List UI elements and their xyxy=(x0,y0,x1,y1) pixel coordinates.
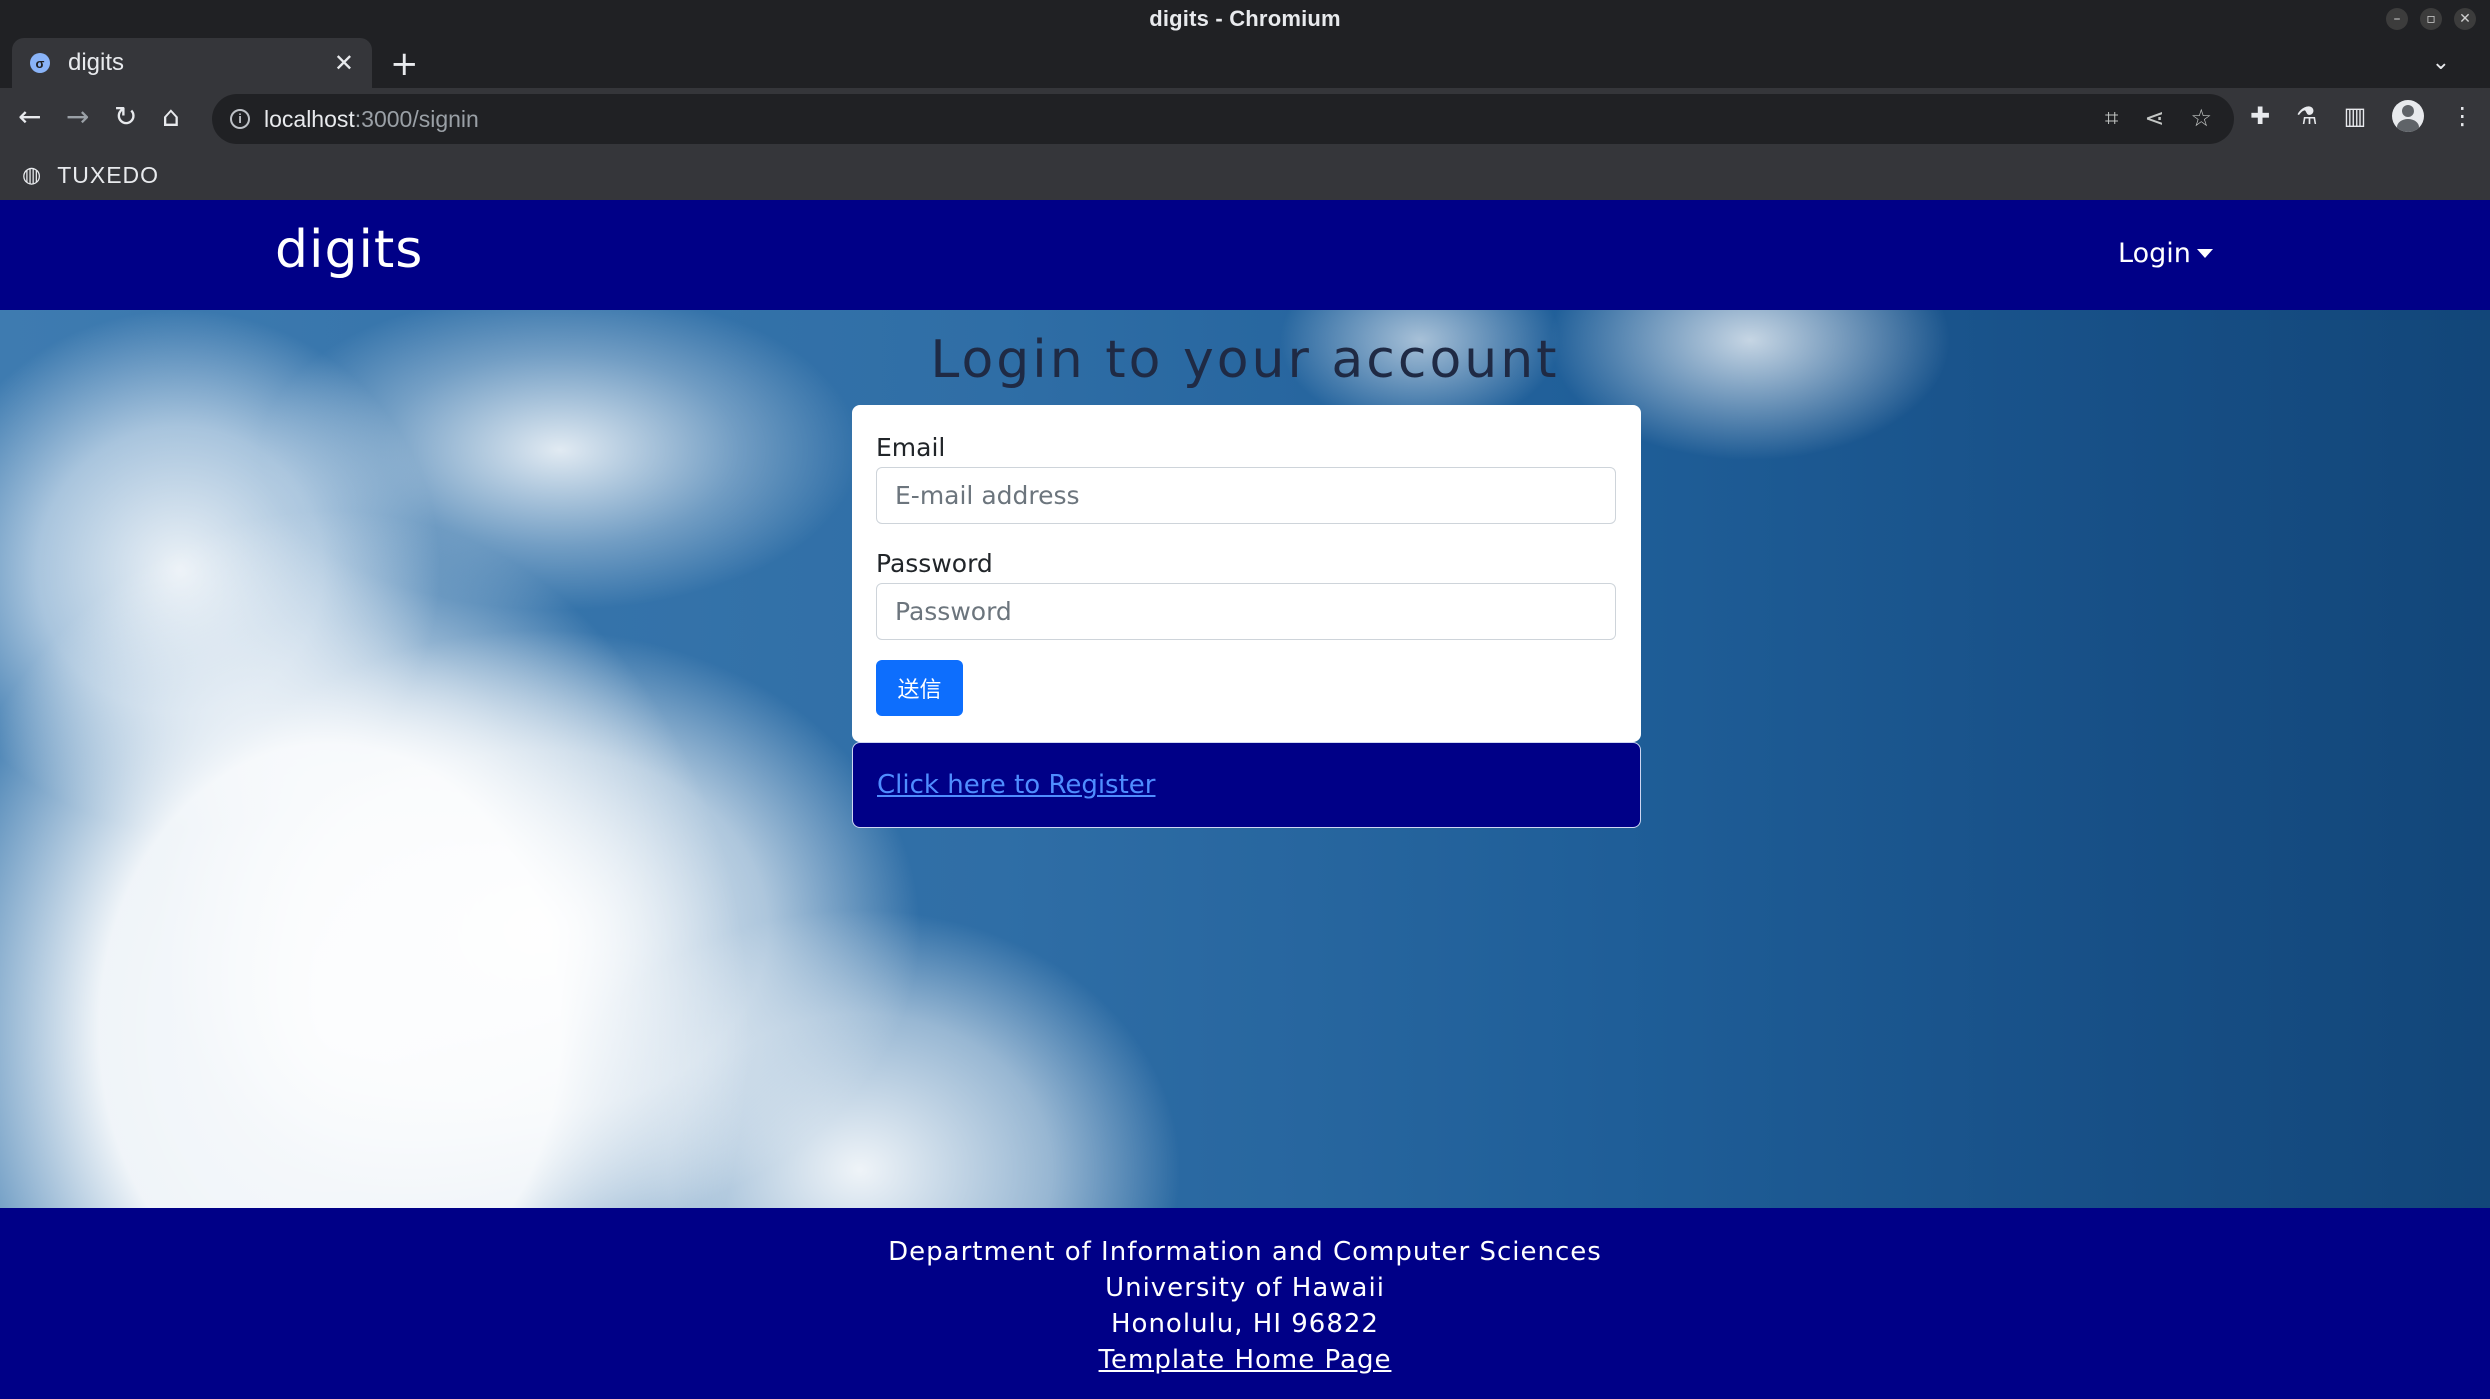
share-icon[interactable]: ⋖ xyxy=(2144,104,2164,132)
address-bar[interactable]: i localhost :3000/signin ⌗ ⋖ ☆ xyxy=(212,94,2234,144)
register-message: Click here to Register xyxy=(852,742,1641,828)
login-dropdown[interactable]: Login xyxy=(2118,238,2213,269)
minimize-icon[interactable]: – xyxy=(2386,8,2408,30)
translate-icon[interactable]: ⌗ xyxy=(2105,104,2119,132)
tab-strip: σ digits ✕ + ⌄ xyxy=(0,38,2490,88)
restore-icon[interactable]: ▫ xyxy=(2420,8,2442,30)
forward-arrow-icon[interactable]: → xyxy=(66,100,89,133)
password-field[interactable] xyxy=(876,583,1616,640)
site-footer: Department of Information and Computer S… xyxy=(0,1208,2490,1399)
register-link[interactable]: Click here to Register xyxy=(877,770,1155,800)
profile-avatar-icon[interactable] xyxy=(2392,100,2425,132)
login-dropdown-label: Login xyxy=(2118,238,2191,269)
labs-flask-icon[interactable]: ⚗ xyxy=(2296,102,2318,130)
bookmark-star-icon[interactable]: ☆ xyxy=(2190,104,2212,132)
tab-label: digits xyxy=(68,49,125,76)
window-titlebar: digits - Chromium – ▫ ✕ xyxy=(0,0,2490,38)
footer-university: University of Hawaii xyxy=(1105,1273,1385,1303)
url-host: localhost xyxy=(264,105,355,132)
close-window-icon[interactable]: ✕ xyxy=(2454,8,2476,30)
caret-down-icon xyxy=(2196,249,2213,258)
bookmarks-bar: ◍ TUXEDO xyxy=(0,150,2490,200)
browser-toolbar: ← → ↻ ⌂ i localhost :3000/signin ⌗ ⋖ ☆ ✚… xyxy=(0,88,2490,150)
email-field[interactable] xyxy=(876,467,1616,524)
page-title: Login to your account xyxy=(930,330,1560,390)
bookmark-tuxedo[interactable]: TUXEDO xyxy=(57,162,159,189)
site-info-icon[interactable]: i xyxy=(230,109,250,129)
extension-icons: ✚ ⚗ ▥ ⋮ xyxy=(2250,100,2474,132)
extensions-puzzle-icon[interactable]: ✚ xyxy=(2250,102,2270,130)
url-path: :3000/signin xyxy=(354,105,479,132)
page-viewport: digits Login Login to your account Email… xyxy=(0,200,2490,1399)
favicon-icon: σ xyxy=(30,53,50,73)
sky-background: Login to your account Email Password 送信 … xyxy=(0,310,2490,1208)
email-label: Email xyxy=(876,433,946,462)
close-tab-icon[interactable]: ✕ xyxy=(334,49,354,77)
home-icon[interactable]: ⌂ xyxy=(162,100,180,133)
submit-button[interactable]: 送信 xyxy=(876,660,963,716)
password-label: Password xyxy=(876,549,993,578)
reload-icon[interactable]: ↻ xyxy=(114,100,137,133)
back-arrow-icon[interactable]: ← xyxy=(18,100,41,133)
menu-kebab-icon[interactable]: ⋮ xyxy=(2450,102,2474,130)
window-controls: – ▫ ✕ xyxy=(2386,8,2476,30)
brand-link[interactable]: digits xyxy=(275,220,423,280)
login-form-card: Email Password 送信 xyxy=(852,405,1641,742)
window-title: digits - Chromium xyxy=(1149,6,1341,31)
globe-icon: ◍ xyxy=(22,162,42,188)
tab-search-chevron-icon[interactable]: ⌄ xyxy=(2432,50,2450,75)
new-tab-icon[interactable]: + xyxy=(390,44,419,84)
footer-address: Honolulu, HI 96822 xyxy=(1111,1309,1379,1339)
omnibox-actions: ⌗ ⋖ ☆ xyxy=(2105,104,2212,132)
site-navbar: digits Login xyxy=(0,200,2490,310)
tab-digits[interactable]: σ digits ✕ xyxy=(12,38,372,88)
footer-department: Department of Information and Computer S… xyxy=(888,1237,1602,1267)
template-home-link[interactable]: Template Home Page xyxy=(1099,1345,1392,1375)
side-panel-icon[interactable]: ▥ xyxy=(2344,102,2367,130)
